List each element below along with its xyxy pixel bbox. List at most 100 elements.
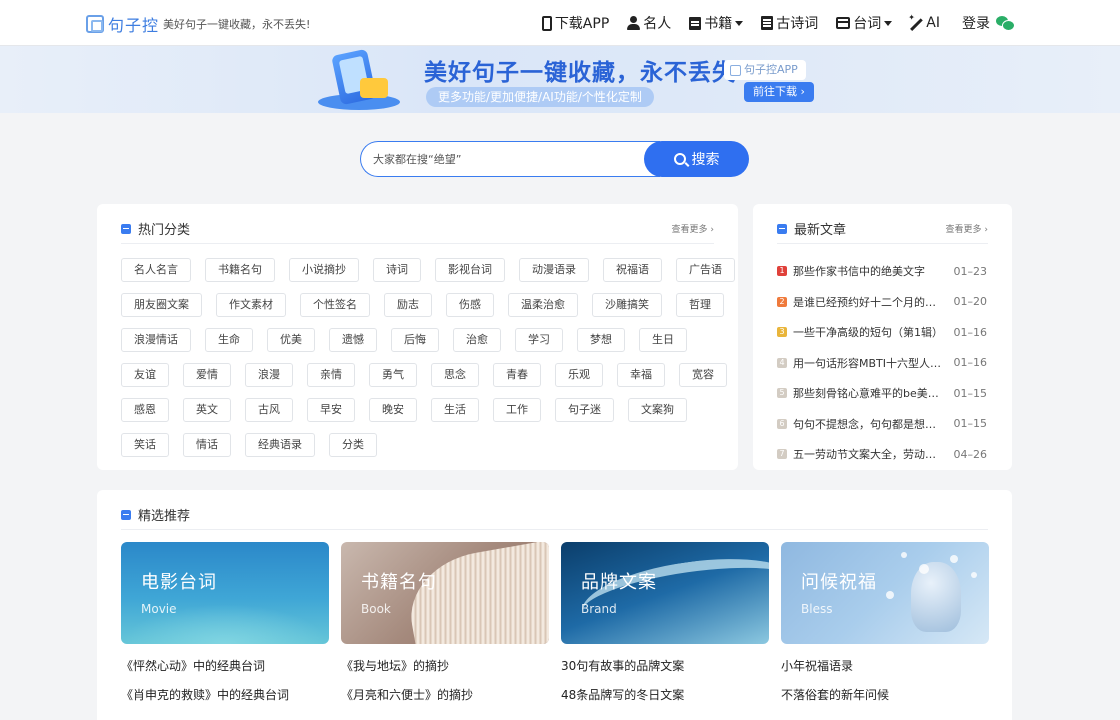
card-header: 精选推荐 <box>121 500 988 530</box>
category-tag[interactable]: 感恩 <box>121 398 169 422</box>
cover-title: 品牌文案 <box>581 572 657 593</box>
rank-badge: 2 <box>777 296 787 307</box>
featured-link[interactable]: 48条品牌写的冬日文案 <box>561 681 769 710</box>
article-title[interactable]: 句句不提想念，句句都是想念的句子 <box>793 416 945 432</box>
featured-link[interactable]: 《怦然心动》中的经典台词 <box>121 652 329 681</box>
article-item[interactable]: 6 句句不提想念，句句都是想念的句子 01–15 <box>777 409 987 440</box>
category-tag[interactable]: 生命 <box>205 328 253 352</box>
category-tag[interactable]: 生日 <box>639 328 687 352</box>
featured-link[interactable]: 不落俗套的新年问候 <box>781 681 989 710</box>
article-title[interactable]: 用一句话形容MBTI十六型人格的特点 <box>793 355 945 371</box>
category-tag[interactable]: 笑话 <box>121 433 169 457</box>
wechat-icon[interactable] <box>996 16 1015 31</box>
category-tag[interactable]: 浪漫情话 <box>121 328 191 352</box>
article-item[interactable]: 5 那些刻骨铭心意难平的be美学句子 01–15 <box>777 378 987 409</box>
category-tag[interactable]: 温柔治愈 <box>508 293 578 317</box>
film-icon <box>836 17 851 29</box>
bless-cover-image[interactable]: 问候祝福 Bless <box>781 542 989 644</box>
category-tag[interactable]: 后悔 <box>391 328 439 352</box>
article-item[interactable]: 4 用一句话形容MBTI十六型人格的特点 01–16 <box>777 348 987 379</box>
article-item[interactable]: 2 是谁已经预约好十二个月的浪漫了 01–20 <box>777 287 987 318</box>
category-tag[interactable]: 情话 <box>183 433 231 457</box>
category-tag[interactable]: 个性签名 <box>300 293 370 317</box>
category-tag[interactable]: 励志 <box>384 293 432 317</box>
search-button[interactable]: 搜索 <box>644 141 749 177</box>
category-tag[interactable]: 书籍名句 <box>205 258 275 282</box>
category-tag[interactable]: 名人名言 <box>121 258 191 282</box>
nav-books[interactable]: 书籍 <box>689 13 744 33</box>
featured-link[interactable]: 《肖申克的救赎》中的经典台词 <box>121 681 329 710</box>
category-tag[interactable]: 宽容 <box>679 363 727 387</box>
book-cover-image[interactable]: 书籍名句 Book <box>341 542 549 644</box>
category-tag[interactable]: 诗词 <box>373 258 421 282</box>
category-tag[interactable]: 优美 <box>267 328 315 352</box>
category-tag[interactable]: 浪漫 <box>245 363 293 387</box>
category-tag[interactable]: 朋友圈文案 <box>121 293 202 317</box>
movie-cover-image[interactable]: 电影台词 Movie <box>121 542 329 644</box>
nav-ai[interactable]: AI <box>908 13 940 32</box>
article-date: 01–15 <box>953 417 988 431</box>
featured-link[interactable]: 小年祝福语录 <box>781 652 989 681</box>
category-tag[interactable]: 梦想 <box>577 328 625 352</box>
category-tag[interactable]: 勇气 <box>369 363 417 387</box>
category-tag[interactable]: 友谊 <box>121 363 169 387</box>
nav-download-app[interactable]: 下载APP <box>541 13 609 33</box>
view-more-link[interactable]: 查看更多 › <box>946 222 988 235</box>
category-tag[interactable]: 经典语录 <box>245 433 315 457</box>
category-tag[interactable]: 沙雕搞笑 <box>592 293 662 317</box>
category-tag[interactable]: 亲情 <box>307 363 355 387</box>
category-tag[interactable]: 影视台词 <box>435 258 505 282</box>
nav-lines[interactable]: 台词 <box>836 13 893 33</box>
article-item[interactable]: 3 一些干净高级的短句（第1辑） 01–16 <box>777 317 987 348</box>
cover-subtitle: Bless <box>801 602 833 616</box>
category-tag[interactable]: 小说摘抄 <box>289 258 359 282</box>
featured-link[interactable]: 30句有故事的品牌文案 <box>561 652 769 681</box>
nav-celebrities[interactable]: 名人 <box>627 13 671 33</box>
featured-card: 精选推荐 电影台词 Movie 《怦然心动》中的经典台词 《肖申克的救赎》中的经… <box>97 490 1012 720</box>
category-tag[interactable]: 作文素材 <box>216 293 286 317</box>
category-tag[interactable]: 晚安 <box>369 398 417 422</box>
category-tag[interactable]: 思念 <box>431 363 479 387</box>
category-tag[interactable]: 学习 <box>515 328 563 352</box>
search-input[interactable] <box>360 141 660 177</box>
view-more-link[interactable]: 查看更多 › <box>672 222 714 235</box>
cover-title: 问候祝福 <box>801 572 877 593</box>
article-item[interactable]: 1 那些作家书信中的绝美文字 01–23 <box>777 256 987 287</box>
brand-cover-image[interactable]: 品牌文案 Brand <box>561 542 769 644</box>
tag-row: 笑话 情话 经典语录 分类 <box>121 433 721 457</box>
category-tag[interactable]: 哲理 <box>676 293 724 317</box>
category-tag[interactable]: 祝福语 <box>603 258 662 282</box>
category-tag[interactable]: 青春 <box>493 363 541 387</box>
category-tag[interactable]: 生活 <box>431 398 479 422</box>
site-logo[interactable]: 句子控 美好句子一键收藏，永不丢失! <box>86 12 310 36</box>
category-tag[interactable]: 遗憾 <box>329 328 377 352</box>
featured-link[interactable]: 《我与地坛》的摘抄 <box>341 652 549 681</box>
category-tag[interactable]: 句子迷 <box>555 398 614 422</box>
category-tag[interactable]: 分类 <box>329 433 377 457</box>
category-tag[interactable]: 早安 <box>307 398 355 422</box>
category-tag[interactable]: 乐观 <box>555 363 603 387</box>
promo-banner[interactable]: 美好句子一键收藏，永不丢失! 更多功能/更加便捷/AI功能/个性化定制 句子控A… <box>0 46 1120 113</box>
category-tag[interactable]: 爱情 <box>183 363 231 387</box>
article-date: 01–20 <box>953 295 988 309</box>
article-title[interactable]: 那些作家书信中的绝美文字 <box>793 263 945 279</box>
category-tag[interactable]: 古风 <box>245 398 293 422</box>
article-title[interactable]: 是谁已经预约好十二个月的浪漫了 <box>793 294 945 310</box>
category-tag[interactable]: 伤感 <box>446 293 494 317</box>
category-tag[interactable]: 工作 <box>493 398 541 422</box>
category-tag[interactable]: 幸福 <box>617 363 665 387</box>
category-tag[interactable]: 治愈 <box>453 328 501 352</box>
category-tag[interactable]: 文案狗 <box>628 398 687 422</box>
category-tag[interactable]: 英文 <box>183 398 231 422</box>
article-title[interactable]: 一些干净高级的短句（第1辑） <box>793 324 945 340</box>
login-link[interactable]: 登录 <box>962 13 990 33</box>
category-tag[interactable]: 广告语 <box>676 258 735 282</box>
rank-badge: 3 <box>777 327 787 338</box>
article-item[interactable]: 7 五一劳动节文案大全，劳动人民最光荣 04–26 <box>777 439 987 470</box>
download-button[interactable]: 前往下载 › <box>744 82 814 102</box>
category-tag[interactable]: 动漫语录 <box>519 258 589 282</box>
article-title[interactable]: 五一劳动节文案大全，劳动人民最光荣 <box>793 446 945 462</box>
featured-link[interactable]: 《月亮和六便士》的摘抄 <box>341 681 549 710</box>
nav-poetry[interactable]: 古诗词 <box>761 13 818 33</box>
article-title[interactable]: 那些刻骨铭心意难平的be美学句子 <box>793 385 945 401</box>
